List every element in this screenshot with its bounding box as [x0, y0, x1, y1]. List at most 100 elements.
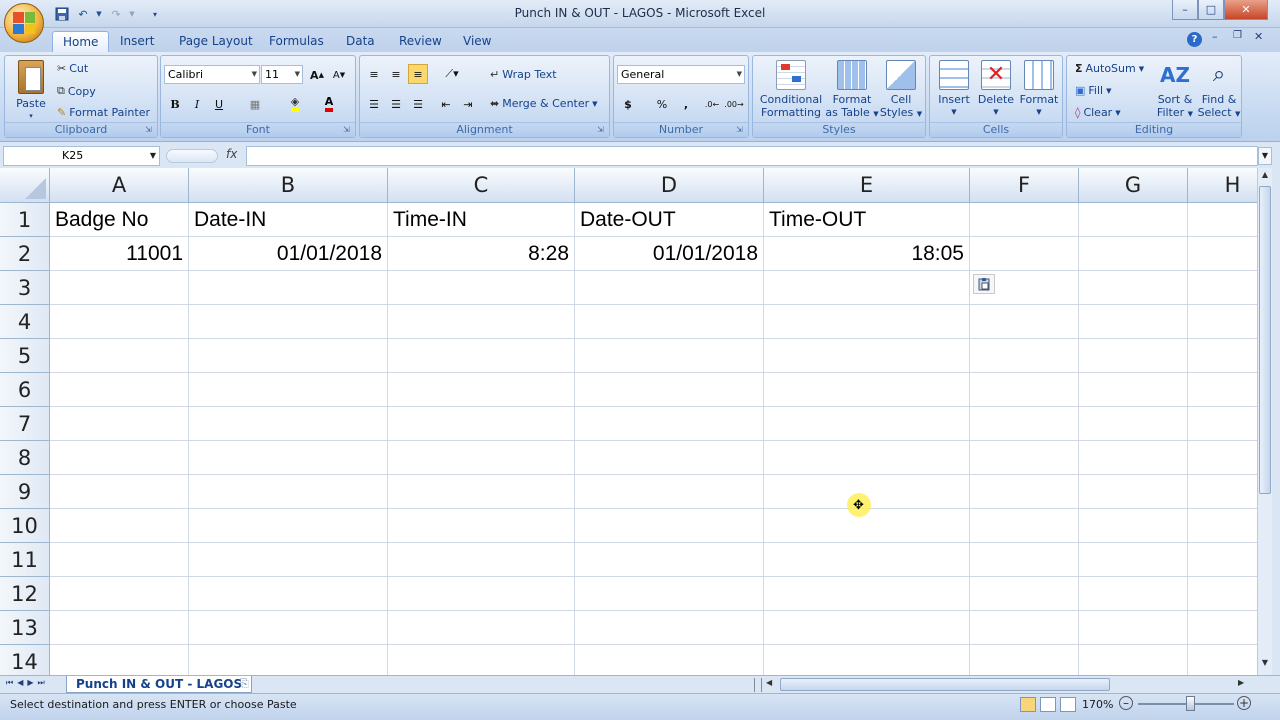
format-painter-button[interactable]: ✎ Format Painter	[57, 106, 150, 119]
cell-c13[interactable]	[388, 611, 575, 645]
tab-split-handle[interactable]	[754, 678, 762, 692]
cell-f14[interactable]	[970, 645, 1079, 675]
workbook-close-icon[interactable]: ✕	[1254, 30, 1263, 43]
cell-d9[interactable]	[575, 475, 764, 509]
vertical-scroll-thumb[interactable]	[1259, 186, 1271, 494]
cell-g2[interactable]	[1079, 237, 1188, 271]
scroll-up-icon[interactable]: ▲	[1259, 170, 1271, 182]
cell-f11[interactable]	[970, 543, 1079, 577]
increase-decimal-icon[interactable]: .0←	[702, 94, 722, 114]
row-header-7[interactable]: 7	[0, 407, 50, 441]
shrink-font-icon[interactable]: A ▼	[329, 65, 349, 85]
cell-e8[interactable]	[764, 441, 970, 475]
cell-g13[interactable]	[1079, 611, 1188, 645]
row-header-4[interactable]: 4	[0, 305, 50, 339]
cell-a8[interactable]	[50, 441, 189, 475]
find-select-button[interactable]: ⌕ Find & Select ▼	[1197, 60, 1241, 121]
cell-d4[interactable]	[575, 305, 764, 339]
column-header-b[interactable]: B	[189, 168, 388, 203]
cell-f10[interactable]	[970, 509, 1079, 543]
cell-f1[interactable]	[970, 203, 1079, 237]
number-format-select[interactable]: General ▼	[617, 65, 745, 84]
page-layout-view-icon[interactable]	[1040, 697, 1056, 712]
cell-c8[interactable]	[388, 441, 575, 475]
cell-f12[interactable]	[970, 577, 1079, 611]
delete-cells-button[interactable]: ✕ Delete ▼	[976, 60, 1016, 119]
cell-b5[interactable]	[189, 339, 388, 373]
cell-g1[interactable]	[1079, 203, 1188, 237]
row-header-13[interactable]: 13	[0, 611, 50, 645]
alignment-launcher-icon[interactable]: ⇲	[597, 125, 607, 135]
page-break-view-icon[interactable]	[1060, 697, 1076, 712]
font-size-select[interactable]: 11 ▼	[261, 65, 303, 84]
cell-h9[interactable]	[1188, 475, 1257, 509]
align-left-icon[interactable]: ☰	[364, 94, 384, 114]
cell-h12[interactable]	[1188, 577, 1257, 611]
cell-c11[interactable]	[388, 543, 575, 577]
comma-button[interactable]: ,	[676, 94, 696, 114]
expand-formula-bar-icon[interactable]: ▼	[1258, 147, 1272, 165]
cell-e12[interactable]	[764, 577, 970, 611]
format-as-table-button[interactable]: Format as Table ▼	[825, 60, 879, 121]
cell-h13[interactable]	[1188, 611, 1257, 645]
underline-button[interactable]: U	[209, 94, 229, 114]
cell-f5[interactable]	[970, 339, 1079, 373]
cell-a14[interactable]	[50, 645, 189, 675]
row-header-5[interactable]: 5	[0, 339, 50, 373]
paste-options-icon[interactable]	[973, 274, 995, 294]
currency-button[interactable]: $	[618, 94, 638, 114]
column-header-e[interactable]: E	[764, 168, 970, 203]
cell-c5[interactable]	[388, 339, 575, 373]
cell-h6[interactable]	[1188, 373, 1257, 407]
cell-h7[interactable]	[1188, 407, 1257, 441]
zoom-out-icon[interactable]: –	[1119, 696, 1133, 710]
row-header-9[interactable]: 9	[0, 475, 50, 509]
minimize-button[interactable]: –	[1172, 0, 1198, 20]
cell-c10[interactable]	[388, 509, 575, 543]
paste-button[interactable]: Paste ▾	[11, 60, 51, 123]
row-header-3[interactable]: 3	[0, 271, 50, 305]
zoom-in-icon[interactable]: +	[1237, 696, 1251, 710]
column-header-h[interactable]: H	[1188, 168, 1257, 203]
cell-b6[interactable]	[189, 373, 388, 407]
help-icon[interactable]: ?	[1187, 32, 1202, 47]
cell-g6[interactable]	[1079, 373, 1188, 407]
insert-function-icon[interactable]: fx	[226, 147, 237, 161]
cell-d1[interactable]: Date-OUT	[575, 203, 764, 237]
formula-bar-splitter[interactable]	[166, 149, 218, 163]
cell-h8[interactable]	[1188, 441, 1257, 475]
cell-a3[interactable]	[50, 271, 189, 305]
cell-f9[interactable]	[970, 475, 1079, 509]
worksheet-grid[interactable]: ABCDEFGH 1 2 3 4 5 6 7 8 9 10 11 12 13 14 Badge No Dat…	[0, 168, 1257, 675]
cell-e3[interactable]	[764, 271, 970, 305]
row-header-6[interactable]: 6	[0, 373, 50, 407]
cell-h5[interactable]	[1188, 339, 1257, 373]
cut-button[interactable]: ✂ Cut	[57, 62, 88, 75]
cell-c14[interactable]	[388, 645, 575, 675]
cell-c12[interactable]	[388, 577, 575, 611]
close-button[interactable]: ✕	[1224, 0, 1268, 20]
cell-e7[interactable]	[764, 407, 970, 441]
cell-f13[interactable]	[970, 611, 1079, 645]
cell-c4[interactable]	[388, 305, 575, 339]
column-header-f[interactable]: F	[970, 168, 1079, 203]
cell-g4[interactable]	[1079, 305, 1188, 339]
cell-c1[interactable]: Time-IN	[388, 203, 575, 237]
format-cells-button[interactable]: Format ▼	[1018, 60, 1060, 119]
tab-view[interactable]: View	[453, 31, 501, 52]
cell-h2[interactable]	[1188, 237, 1257, 271]
fill-color-icon[interactable]: ◈	[285, 94, 305, 114]
cell-e6[interactable]	[764, 373, 970, 407]
align-top-icon[interactable]: ≡	[364, 64, 384, 84]
cell-g8[interactable]	[1079, 441, 1188, 475]
decrease-decimal-icon[interactable]: .00→	[724, 94, 744, 114]
align-right-icon[interactable]: ☰	[408, 94, 428, 114]
sort-filter-button[interactable]: AZ Sort & Filter ▼	[1153, 60, 1197, 121]
cell-c6[interactable]	[388, 373, 575, 407]
select-all-button[interactable]	[0, 168, 50, 203]
cell-b9[interactable]	[189, 475, 388, 509]
align-middle-icon[interactable]: ≡	[386, 64, 406, 84]
cell-f6[interactable]	[970, 373, 1079, 407]
cell-g10[interactable]	[1079, 509, 1188, 543]
tab-formulas[interactable]: Formulas	[259, 31, 334, 52]
